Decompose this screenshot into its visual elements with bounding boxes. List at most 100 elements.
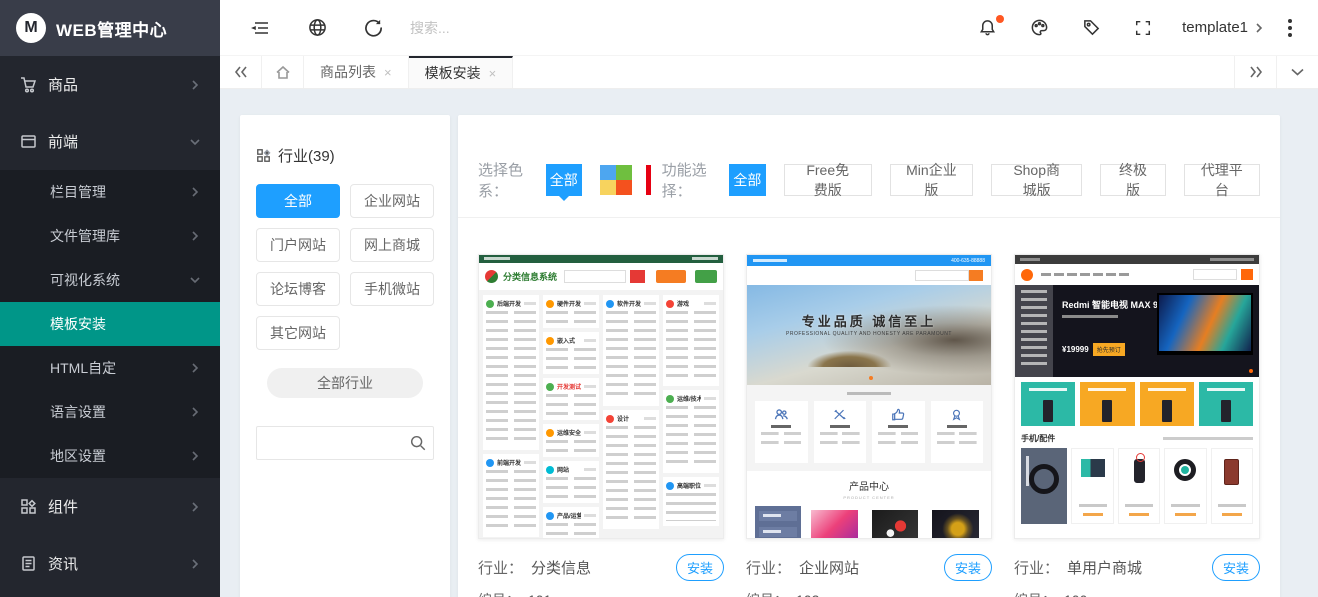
sidebar-item-template-install[interactable]: 模板安装	[0, 302, 220, 346]
thumb2-carousel-dot	[869, 376, 873, 380]
tabs-scroll-right-icon[interactable]	[1234, 56, 1276, 88]
close-tab-icon[interactable]: ×	[384, 65, 392, 80]
industry-filter-panel: 行业(39) 全部 企业网站 门户网站 网上商城 论坛博客 手机微站 其它网站 …	[240, 115, 450, 597]
industry-label: 行业：	[1014, 557, 1059, 578]
function-filter-all-button[interactable]: 全部	[729, 164, 766, 196]
industry-label: 行业：	[478, 557, 523, 578]
color-filter-all-button[interactable]: 全部	[546, 164, 583, 196]
sidebar-item-label: 文件管理库	[50, 226, 120, 246]
kebab-menu-icon[interactable]	[1288, 26, 1292, 30]
collapse-sidebar-icon[interactable]	[242, 9, 280, 47]
sidebar-item-file-library[interactable]: 文件管理库	[0, 214, 220, 258]
code-label: 编号：	[478, 590, 520, 597]
industry-button-forum-blog[interactable]: 论坛博客	[256, 272, 340, 306]
sidebar-item-html-custom[interactable]: HTML自定	[0, 346, 220, 390]
sidebar-item-components[interactable]: 组件	[0, 478, 220, 535]
sidebar-item-language-settings[interactable]: 语言设置	[0, 390, 220, 434]
industry-button-all[interactable]: 全部	[256, 184, 340, 218]
industry-button-portal[interactable]: 门户网站	[256, 228, 340, 262]
card-industry-row: 行业： 单用户商城 安装	[1014, 554, 1260, 581]
install-button[interactable]: 安装	[1212, 554, 1260, 581]
thumb2-header	[747, 266, 991, 285]
thumb3-topbar	[1015, 255, 1259, 264]
tab-label: 模板安装	[425, 63, 481, 83]
industry-button-mobile[interactable]: 手机微站	[350, 272, 434, 306]
sidebar-item-frontend[interactable]: 前端	[0, 113, 220, 170]
thumb3-product-speaker	[1118, 448, 1160, 524]
thumb3-nav-links	[1041, 273, 1129, 276]
color-swatch-red-bar[interactable]	[646, 165, 651, 195]
template-thumbnail-mall[interactable]: Redmi 智能电视 MAX 98" ¥19999 抢先预订	[1014, 254, 1260, 539]
chevron-right-icon	[190, 80, 200, 90]
tab-goods-list[interactable]: 商品列表 ×	[304, 56, 409, 88]
tabs-menu-chevron-down-icon[interactable]	[1276, 56, 1318, 88]
sidebar: M WEB管理中心 商品 前端 栏目管理 文件管理库	[0, 0, 220, 597]
template-market-panel: 选择色系： 全部 功能选择： 全部 Free免费版 Min企业版 Shop商城版…	[458, 115, 1280, 597]
thumb2-feature-team	[755, 401, 808, 463]
tabs-collapse-left-icon[interactable]	[220, 56, 262, 88]
function-button-shop[interactable]: Shop商城版	[991, 164, 1082, 196]
tab-home-icon[interactable]	[262, 56, 304, 88]
thumb1-search-box	[564, 270, 626, 283]
sidebar-item-label: 模板安装	[50, 314, 106, 334]
template-card-102: 400-635-88888 专业品质 诚信至上 PROFESSIONAL QUA…	[746, 254, 992, 597]
thumb2-category-menu	[755, 506, 801, 539]
sidebar-item-column-manage[interactable]: 栏目管理	[0, 170, 220, 214]
search-icon[interactable]	[404, 430, 432, 456]
chevron-down-icon	[190, 275, 200, 285]
sidebar-item-visual-system[interactable]: 可视化系统	[0, 258, 220, 302]
thumb3-promo-cards	[1015, 377, 1259, 431]
tag-icon[interactable]	[1072, 9, 1110, 47]
document-icon	[20, 555, 37, 572]
chevron-down-icon	[190, 137, 200, 147]
thumb1-orange-button	[656, 270, 686, 283]
template-thumbnail-enterprise[interactable]: 400-635-88888 专业品质 诚信至上 PROFESSIONAL QUA…	[746, 254, 992, 539]
app-root: M WEB管理中心 商品 前端 栏目管理 文件管理库	[0, 0, 1318, 597]
swatch-yellow	[600, 180, 616, 195]
function-button-free[interactable]: Free免费版	[784, 164, 872, 196]
color-filter-label: 选择色系：	[478, 159, 538, 201]
function-button-ultimate[interactable]: 终极版	[1100, 164, 1165, 196]
thumb3-section-title: 手机/配件	[1021, 433, 1055, 444]
sidebar-item-region-settings[interactable]: 地区设置	[0, 434, 220, 478]
thumb2-hero-subtitle: PROFESSIONAL QUALITY AND HONESTY ARE PAR…	[747, 331, 991, 337]
function-button-agent[interactable]: 代理平台	[1184, 164, 1260, 196]
sidebar-item-label: 商品	[48, 74, 78, 95]
industry-value: 单用户商城	[1067, 557, 1142, 578]
industry-button-mall[interactable]: 网上商城	[350, 228, 434, 262]
color-swatch-grid[interactable]	[600, 165, 632, 195]
theme-palette-icon[interactable]	[1020, 9, 1058, 47]
fullscreen-icon[interactable]	[1124, 9, 1162, 47]
logo-avatar: M	[16, 13, 46, 43]
globe-icon[interactable]	[298, 9, 336, 47]
code-value: 102	[796, 592, 819, 597]
template-switcher-label: template1	[1182, 19, 1248, 36]
tab-template-install[interactable]: 模板安装 ×	[409, 56, 514, 88]
thumb1-category-grid: 后端开发 前端开发 硬件开发 嵌入式 开发测试 运维安全 网站	[479, 290, 723, 539]
industry-button-other[interactable]: 其它网站	[256, 316, 340, 350]
thumb2-product	[807, 506, 862, 539]
thumb2-feature-service	[872, 401, 925, 463]
install-button[interactable]: 安装	[676, 554, 724, 581]
topbar-right: template1	[968, 9, 1300, 47]
notifications-bell-icon[interactable]	[968, 9, 1006, 47]
template-thumbnail-classified[interactable]: 分类信息系统 后端开发 前端开发	[478, 254, 724, 539]
sidebar-item-label: 前端	[48, 131, 78, 152]
sidebar-item-news[interactable]: 资讯	[0, 535, 220, 592]
sidebar-item-goods[interactable]: 商品	[0, 56, 220, 113]
close-tab-icon[interactable]: ×	[489, 66, 497, 81]
sidebar-nav: 商品 前端 栏目管理 文件管理库 可视化系统	[0, 56, 220, 597]
thumb3-product-headphone	[1021, 448, 1067, 524]
global-search-input[interactable]	[410, 20, 630, 36]
install-button[interactable]: 安装	[944, 554, 992, 581]
function-button-min[interactable]: Min企业版	[890, 164, 973, 196]
thumb3-logo	[1021, 269, 1033, 281]
thumb3-carousel-dot	[1249, 369, 1253, 373]
thumb2-product	[868, 506, 923, 539]
all-industries-pill[interactable]: 全部行业	[267, 368, 423, 398]
thumb2-feature-quality	[931, 401, 984, 463]
industry-button-enterprise[interactable]: 企业网站	[350, 184, 434, 218]
refresh-icon[interactable]	[354, 9, 392, 47]
swatch-blue	[600, 165, 616, 180]
template-switcher[interactable]: template1	[1182, 19, 1264, 36]
